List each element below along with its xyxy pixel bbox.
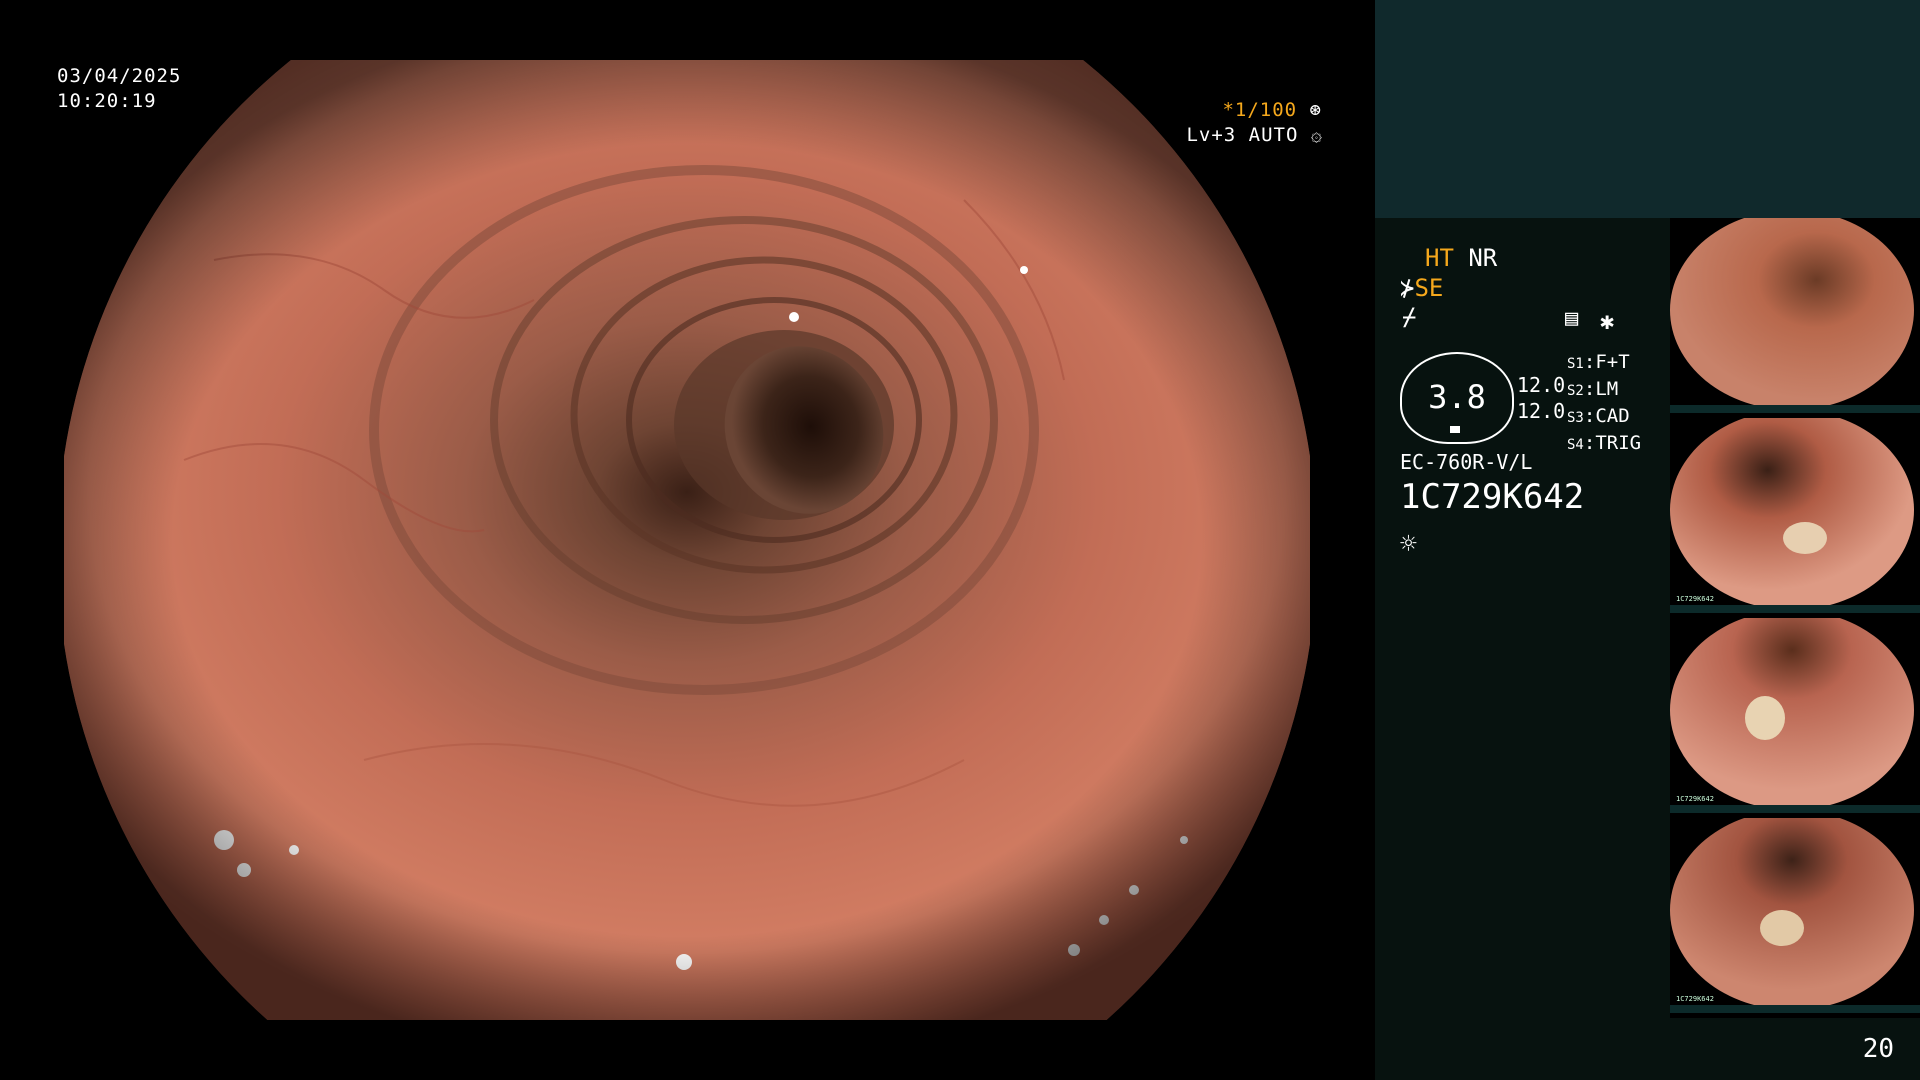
ht-nr-row: HT NR bbox=[1425, 244, 1497, 272]
value-1: 12.0 bbox=[1517, 373, 1566, 397]
endoscope-view bbox=[64, 60, 1310, 1020]
document-icon: ▤ bbox=[1565, 306, 1579, 331]
thumbnail-1[interactable] bbox=[1670, 218, 1920, 413]
thumbnail-4[interactable]: 1C729K642 bbox=[1670, 818, 1920, 1013]
datetime-overlay: 03/04/2025 10:20:19 bbox=[57, 64, 181, 114]
panel-header bbox=[1375, 0, 1920, 218]
level-mode-label: Lv+3 AUTO bbox=[1186, 124, 1299, 146]
endoscope-image bbox=[64, 60, 1310, 1020]
scissors-icon: ⊁ bbox=[1400, 274, 1415, 302]
thumbnail-4-id: 1C729K642 bbox=[1676, 995, 1714, 1003]
s2-row: S2:LM bbox=[1567, 378, 1619, 400]
thumbnail-3[interactable]: 1C729K642 bbox=[1670, 618, 1920, 813]
page-number: 20 bbox=[1862, 1034, 1894, 1064]
light-icon: ☼ bbox=[1400, 527, 1417, 560]
zoom-value: 3.8 bbox=[1428, 378, 1486, 416]
thumbnail-strip: 1C729K642 1C729K642 1C729K642 bbox=[1670, 218, 1920, 1018]
settings-icon: ⊛ bbox=[1297, 99, 1322, 121]
s3-row: S3:CAD bbox=[1567, 405, 1630, 427]
ht-label: HT bbox=[1425, 244, 1454, 272]
shutter-label: *1/100 bbox=[1222, 99, 1298, 121]
scope-tip-icon bbox=[1450, 426, 1460, 433]
star-symbol-icon: ۞ bbox=[1298, 124, 1322, 146]
thumbnail-2[interactable]: 1C729K642 bbox=[1670, 418, 1920, 613]
s4-row: S4:TRIG bbox=[1567, 432, 1642, 454]
scope-model: EC-760R-V/L bbox=[1400, 450, 1533, 474]
time-label: 10:20:19 bbox=[57, 90, 157, 112]
s-labels: S1:F+T S2:LM S3:CAD S4:TRIG bbox=[1567, 350, 1641, 458]
value-2: 12.0 bbox=[1517, 399, 1566, 423]
date-label: 03/04/2025 bbox=[57, 65, 182, 87]
se-row: ⊁SE bbox=[1400, 274, 1443, 302]
asterisk-icon: ✱ bbox=[1600, 307, 1615, 335]
thumbnail-2-id: 1C729K642 bbox=[1676, 595, 1714, 603]
s1-row: S1:F+T bbox=[1567, 351, 1630, 373]
lightning-icon: ⌿ bbox=[1402, 303, 1417, 331]
exposure-overlay: *1/100 ⊛ Lv+3 AUTO ۞ bbox=[1110, 98, 1322, 148]
nr-label: NR bbox=[1468, 244, 1498, 272]
thumbnail-3-id: 1C729K642 bbox=[1676, 795, 1714, 803]
se-label: SE bbox=[1414, 274, 1444, 302]
scope-serial: 1C729K642 bbox=[1400, 477, 1585, 517]
zoom-indicator: 3.8 bbox=[1400, 352, 1514, 444]
values-block: 12.0 12.0 bbox=[1517, 372, 1565, 424]
